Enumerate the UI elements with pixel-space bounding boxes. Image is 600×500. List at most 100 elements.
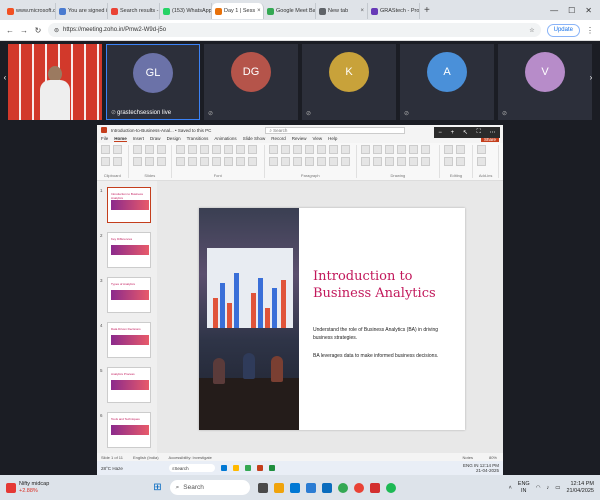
slide-thumbnail[interactable]: 3 Types of Analytics: [100, 277, 151, 313]
remote-folder-icon[interactable]: [232, 465, 239, 471]
ribbon-tool-icon[interactable]: [280, 145, 290, 154]
windows-start-icon[interactable]: ⊞: [153, 482, 161, 493]
update-button[interactable]: Update: [546, 23, 580, 37]
wifi-icon[interactable]: ◠: [536, 485, 541, 491]
ribbon-tool-icon[interactable]: [144, 145, 154, 154]
accessibility-status[interactable]: Accessibility: Investigate: [169, 455, 212, 460]
ppt-menu-design[interactable]: Design: [167, 136, 181, 142]
remote-powerpoint-icon[interactable]: [256, 465, 263, 471]
ppt-menu-insert[interactable]: Insert: [133, 136, 144, 142]
ribbon-tool-icon[interactable]: [280, 157, 290, 166]
ppt-menu-review[interactable]: Review: [292, 136, 307, 142]
ribbon-tool-icon[interactable]: [156, 157, 166, 166]
ribbon-tool-icon[interactable]: [328, 145, 338, 154]
ribbon-tool-icon[interactable]: [247, 145, 257, 154]
participant-tile[interactable]: V ⊘: [498, 44, 592, 120]
ribbon-tool-icon[interactable]: [101, 157, 110, 166]
ribbon-tool-icon[interactable]: [156, 145, 166, 154]
ribbon-tool-icon[interactable]: [175, 157, 185, 166]
store-icon[interactable]: [305, 482, 316, 493]
task-view-icon[interactable]: [257, 482, 268, 493]
browser-tab[interactable]: (153) WhatsApp×: [160, 3, 212, 19]
close-icon[interactable]: ✕: [585, 6, 592, 15]
slide-thumbnail[interactable]: 1 Introduction to Business Analytics: [100, 187, 151, 223]
participant-tile[interactable]: A ⊘: [400, 44, 494, 120]
browser-tab[interactable]: Google Meet Bac×: [264, 3, 316, 19]
fullscreen-icon[interactable]: ⛶: [477, 129, 481, 136]
ribbon-tool-icon[interactable]: [199, 157, 209, 166]
ribbon-tool-icon[interactable]: [373, 145, 383, 154]
browser-tab[interactable]: You are signed in×: [56, 3, 108, 19]
remote-chrome-icon[interactable]: [244, 465, 251, 471]
ribbon-tool-icon[interactable]: [113, 145, 122, 154]
ribbon-tool-icon[interactable]: [373, 157, 383, 166]
back-icon[interactable]: ←: [6, 26, 14, 35]
ribbon-tool-icon[interactable]: [455, 157, 465, 166]
scroll-right-icon[interactable]: ›: [586, 73, 596, 87]
maximize-icon[interactable]: ☐: [568, 6, 575, 15]
bookmark-star-icon[interactable]: ☆: [529, 27, 534, 34]
zoom-in-icon[interactable]: +: [451, 130, 455, 136]
ppt-menu-slide-show[interactable]: Slide Show: [243, 136, 266, 142]
ribbon-tool-icon[interactable]: [211, 157, 221, 166]
remote-excel-icon[interactable]: [268, 465, 275, 471]
zoom-out-icon[interactable]: −: [438, 130, 442, 136]
ribbon-tool-icon[interactable]: [361, 145, 371, 154]
url-field[interactable]: ⊜ https://meeting.zoho.in/Pmw2-W9d-j5o ☆: [48, 23, 541, 37]
file-explorer-icon[interactable]: [273, 482, 284, 493]
ppt-menu-transitions[interactable]: Transitions: [187, 136, 209, 142]
ribbon-tool-icon[interactable]: [223, 145, 233, 154]
ribbon-tool-icon[interactable]: [292, 157, 302, 166]
browser-tab[interactable]: Search results - s×: [108, 3, 160, 19]
volume-icon[interactable]: ♪: [547, 485, 550, 491]
taskbar-clock[interactable]: 12:14 PM 21/04/2025: [566, 481, 594, 495]
browser-tab[interactable]: Day 1 | Sess ×: [212, 3, 264, 19]
ribbon-tool-icon[interactable]: [443, 145, 453, 154]
ribbon-tool-icon[interactable]: [443, 157, 453, 166]
ppt-menu-help[interactable]: Help: [328, 136, 337, 142]
language-indicator[interactable]: ENG IN: [518, 481, 530, 495]
ribbon-tool-icon[interactable]: [101, 145, 110, 154]
language-status[interactable]: English (India): [133, 455, 159, 460]
ribbon-tool-icon[interactable]: [304, 157, 314, 166]
opera-icon[interactable]: [353, 482, 364, 493]
ppt-menu-animations[interactable]: Animations: [214, 136, 236, 142]
ribbon-tool-icon[interactable]: [235, 145, 245, 154]
browser-tab[interactable]: GRAStech - Proje×: [368, 3, 420, 19]
participant-video-tile[interactable]: [8, 44, 102, 120]
browser-tab[interactable]: www.microsoft.c×: [4, 3, 56, 19]
remote-app-icon[interactable]: [220, 465, 227, 471]
taskbar-search[interactable]: ⌕ Search: [169, 480, 250, 495]
ribbon-tool-icon[interactable]: [477, 145, 487, 154]
ppt-menu-file[interactable]: File: [101, 136, 108, 142]
ribbon-tool-icon[interactable]: [223, 157, 233, 166]
ribbon-tool-icon[interactable]: [316, 145, 326, 154]
forward-icon[interactable]: →: [20, 26, 28, 35]
ribbon-tool-icon[interactable]: [113, 157, 122, 166]
ribbon-tool-icon[interactable]: [385, 157, 395, 166]
ribbon-tool-icon[interactable]: [316, 157, 326, 166]
reload-icon[interactable]: ↻: [34, 26, 42, 35]
ribbon-tool-icon[interactable]: [304, 145, 314, 154]
participant-tile[interactable]: GL ⊘ grastechsession live: [106, 44, 200, 120]
ribbon-tool-icon[interactable]: [199, 145, 209, 154]
pointer-icon[interactable]: ↖: [463, 129, 468, 136]
edge-icon[interactable]: [289, 482, 300, 493]
ribbon-tool-icon[interactable]: [268, 157, 278, 166]
ribbon-tool-icon[interactable]: [247, 157, 257, 166]
ribbon-tool-icon[interactable]: [187, 145, 197, 154]
ppt-menu-draw[interactable]: Draw: [150, 136, 161, 142]
remote-search[interactable]: ⌕ Search: [168, 464, 215, 472]
minimize-icon[interactable]: —: [550, 6, 558, 15]
ribbon-tool-icon[interactable]: [361, 157, 371, 166]
participant-tile[interactable]: K ⊘: [302, 44, 396, 120]
ribbon-tool-icon[interactable]: [409, 157, 419, 166]
ribbon-tool-icon[interactable]: [292, 145, 302, 154]
browser-menu-icon[interactable]: ⋮: [586, 26, 594, 35]
ppt-menu-home[interactable]: Home: [114, 136, 127, 142]
mail-icon[interactable]: [321, 482, 332, 493]
site-info-icon[interactable]: ⊜: [54, 27, 59, 34]
tray-overflow-icon[interactable]: ˄: [509, 485, 512, 491]
zoom-level[interactable]: 80%: [489, 455, 503, 460]
ribbon-tool-icon[interactable]: [144, 157, 154, 166]
